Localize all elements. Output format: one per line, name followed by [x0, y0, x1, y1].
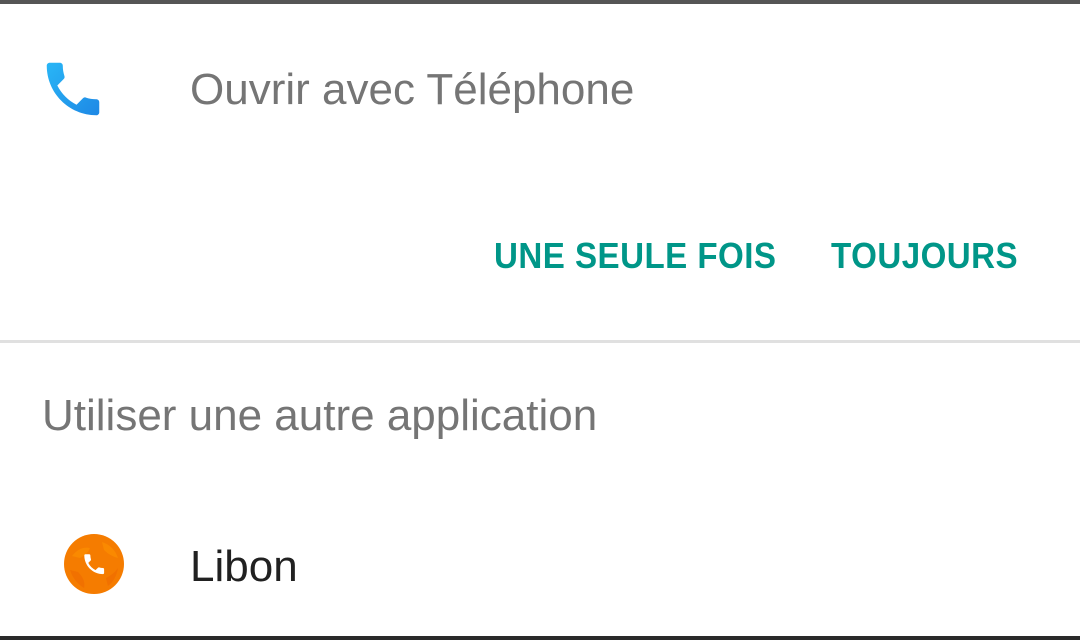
always-button[interactable]: TOUJOURS — [831, 230, 1018, 282]
bottom-border — [0, 636, 1080, 640]
phone-icon — [46, 62, 100, 116]
open-with-header: Ouvrir avec Téléphone — [0, 4, 1080, 174]
just-once-button[interactable]: UNE SEULE FOIS — [494, 230, 776, 282]
app-list-item-libon[interactable]: Libon — [0, 505, 1080, 630]
other-apps-heading: Utiliser une autre application — [42, 391, 598, 440]
app-label: Libon — [190, 542, 298, 591]
open-with-title: Ouvrir avec Téléphone — [190, 65, 635, 114]
resolver-dialog: Ouvrir avec Téléphone UNE SEULE FOIS TOU… — [0, 0, 1080, 640]
divider — [0, 340, 1080, 343]
libon-app-icon — [64, 534, 124, 594]
